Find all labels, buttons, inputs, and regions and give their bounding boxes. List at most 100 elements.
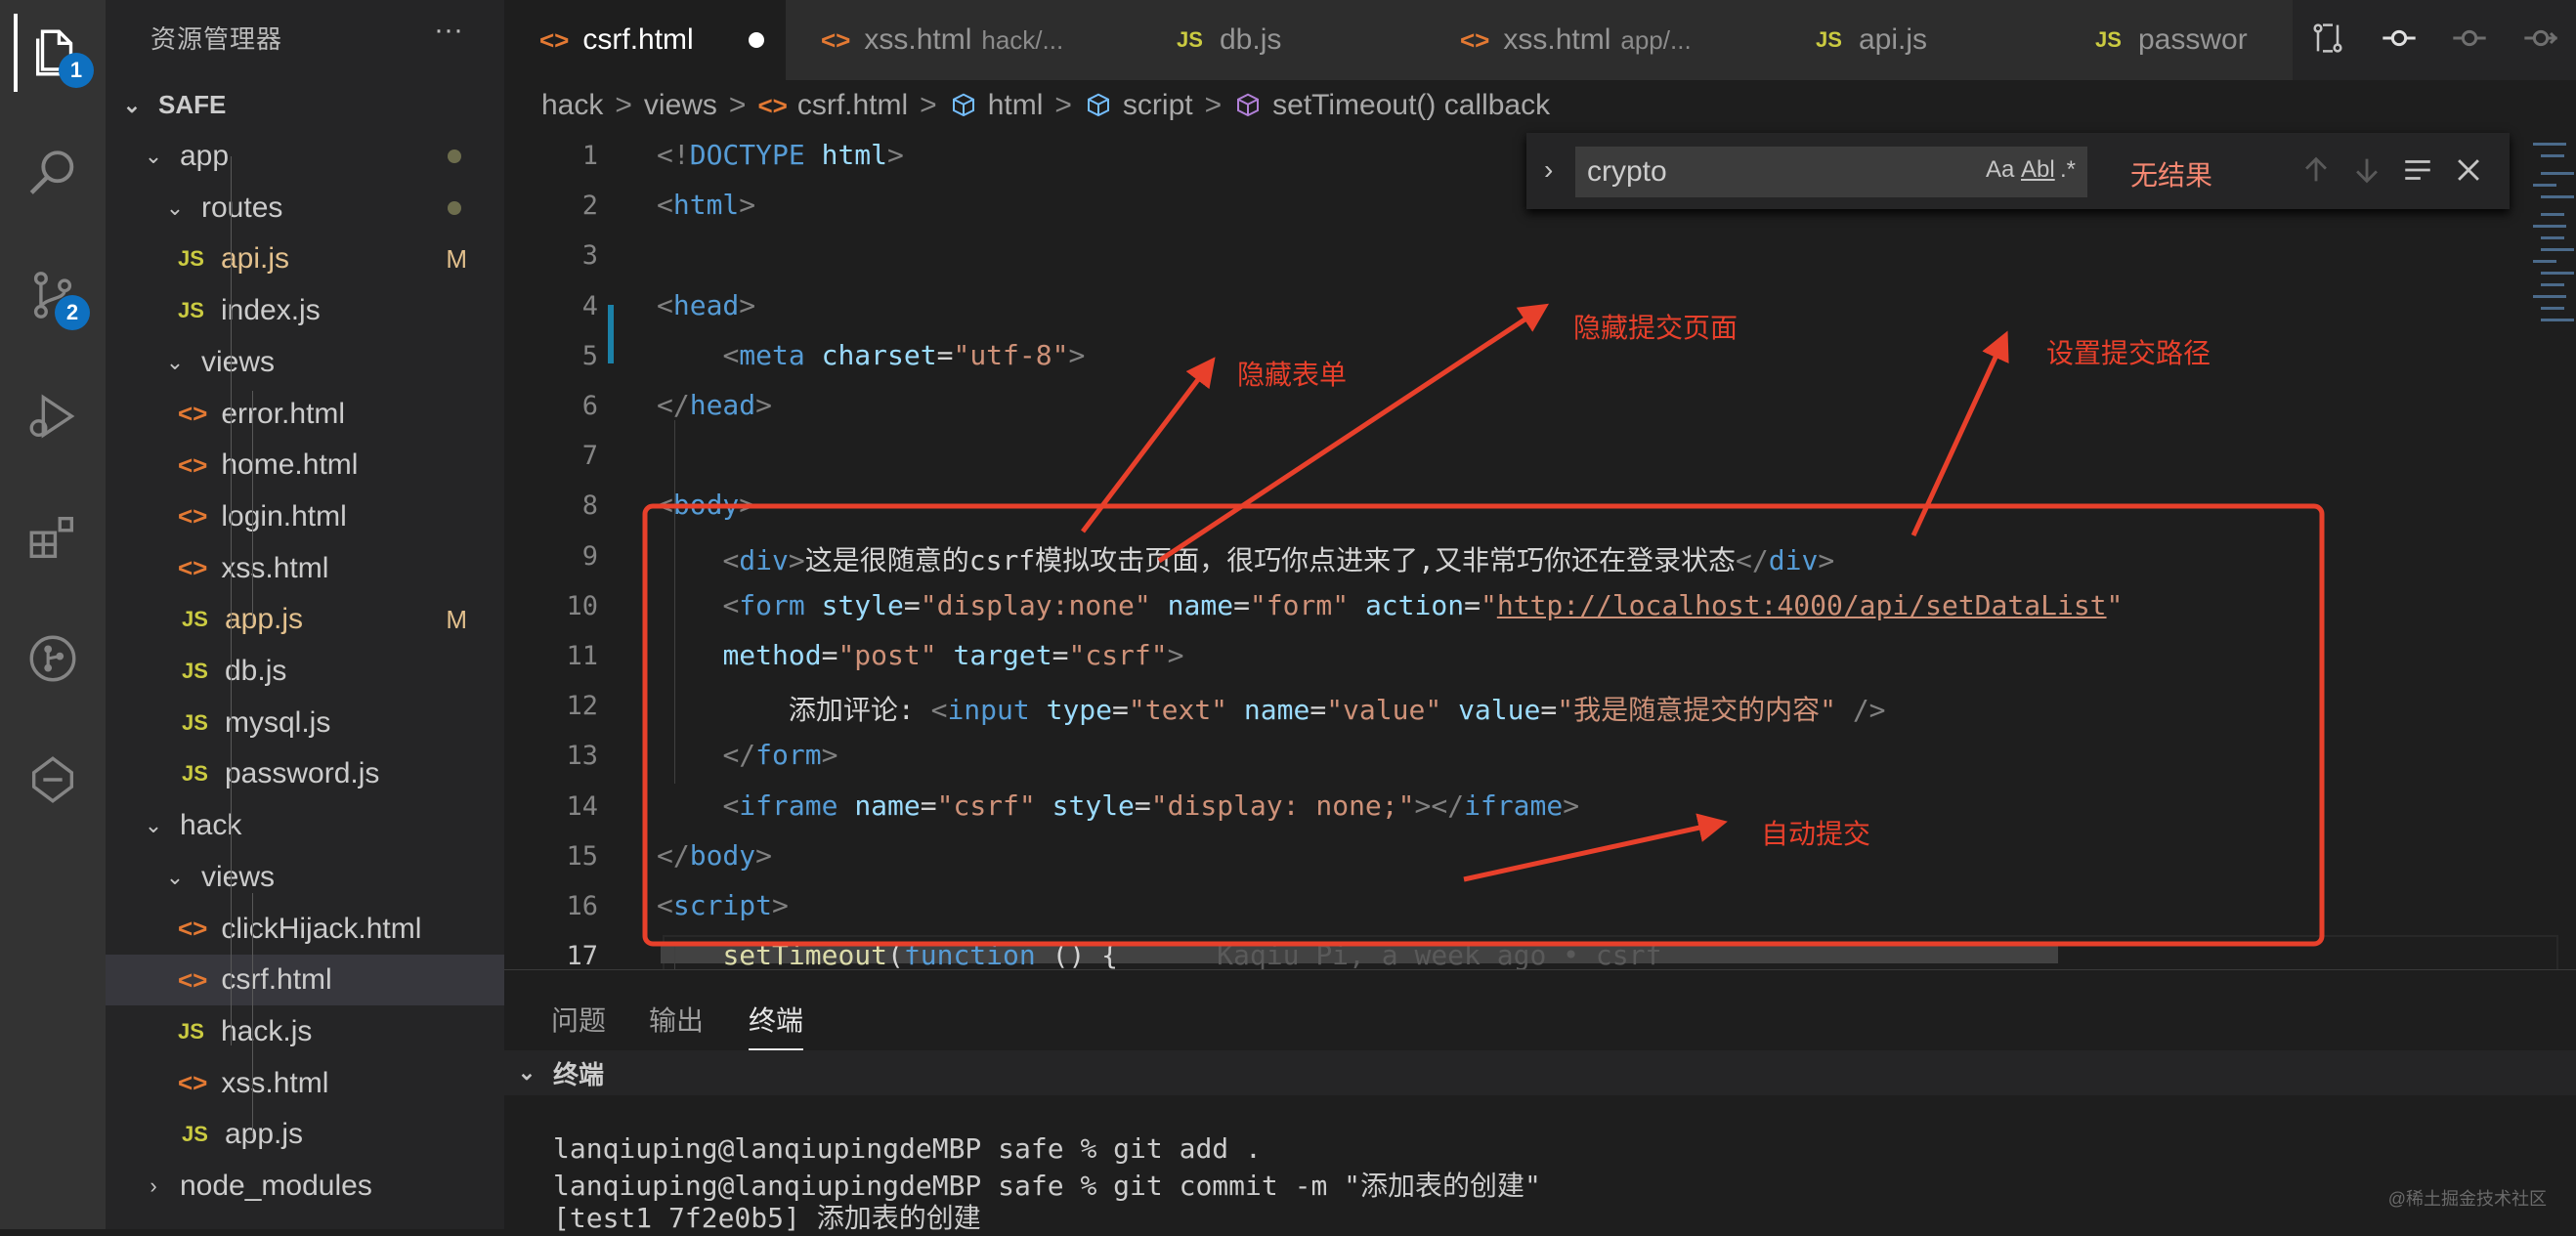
- tab-description: hack/...: [981, 24, 1064, 55]
- code-token: >: [755, 838, 773, 872]
- previous-change-icon[interactable]: [2450, 19, 2489, 63]
- minimap-line: [2541, 195, 2574, 198]
- editor-tab[interactable]: JS api.js: [1781, 0, 2061, 80]
- code-line[interactable]: <form style="display:none" name="form" a…: [657, 589, 2123, 621]
- code-line[interactable]: <iframe name="csrf" style="display: none…: [657, 789, 1579, 822]
- code-line[interactable]: <html>: [657, 189, 755, 221]
- tree-folder[interactable]: › node_modules: [106, 1161, 504, 1212]
- match-case-toggle[interactable]: Aa: [1986, 156, 2014, 184]
- match-whole-word-toggle[interactable]: Abl: [2021, 156, 2055, 184]
- tree-file[interactable]: JS password.js: [106, 748, 504, 799]
- workspace-root[interactable]: ⌄ SAFE: [119, 90, 227, 120]
- code-token: body: [672, 489, 740, 522]
- breadcrumb-item[interactable]: csrf.html: [797, 89, 908, 122]
- tab-problems[interactable]: 问题: [551, 1000, 606, 1039]
- tree-file[interactable]: <> xss.html: [106, 1058, 504, 1109]
- find-in-selection-icon[interactable]: [2400, 152, 2435, 188]
- code-line[interactable]: <div>这是很随意的csrf模拟攻击页面，很巧你点进来了,又非常巧你还在登录状…: [657, 539, 1834, 578]
- code-token: =: [1233, 588, 1250, 621]
- editor-tab[interactable]: <> csrf.html: [504, 0, 787, 80]
- extensions-icon[interactable]: [14, 498, 92, 576]
- code-token: =: [1464, 588, 1481, 621]
- code-line[interactable]: <body>: [657, 489, 755, 521]
- tree-file[interactable]: JS mysql.js: [106, 698, 504, 748]
- tree-folder[interactable]: ⌄ views: [106, 852, 504, 903]
- editor-tab[interactable]: <> xss.html app/...: [1425, 0, 1782, 80]
- code-token: <: [722, 543, 740, 576]
- tree-folder[interactable]: ⌄ views: [106, 337, 504, 388]
- code-token: >: [788, 543, 805, 576]
- terminal-header[interactable]: ⌄ 终端: [504, 1050, 2576, 1095]
- tree-file[interactable]: <> home.html: [106, 440, 504, 490]
- code-line[interactable]: <!DOCTYPE html>: [657, 139, 904, 171]
- gitlens-icon[interactable]: [14, 741, 92, 819]
- code-line[interactable]: </body>: [657, 839, 772, 872]
- use-regex-toggle[interactable]: .*: [2060, 156, 2076, 184]
- breadcrumb-item[interactable]: hack: [541, 89, 603, 122]
- explorer-sidebar: 资源管理器 ··· ⌄ SAFE ⌄ app ⌄ routes JS api.js M JS i…: [106, 0, 504, 1229]
- code-line[interactable]: <head>: [657, 289, 755, 321]
- breadcrumb-item[interactable]: html: [988, 89, 1044, 122]
- tree-file[interactable]: JS app.js: [106, 1109, 504, 1160]
- tree-file[interactable]: JS hack.js: [106, 1006, 504, 1057]
- next-change-icon[interactable]: [2521, 19, 2560, 63]
- git-graph-icon[interactable]: [14, 619, 92, 698]
- line-number: 2: [581, 191, 598, 222]
- search-icon[interactable]: [14, 135, 92, 213]
- tree-file[interactable]: <> error.html: [106, 389, 504, 440]
- tree-file[interactable]: <> clickHijack.html: [106, 904, 504, 955]
- close-icon[interactable]: [2451, 152, 2486, 188]
- tree-folder[interactable]: ⌄ app: [106, 131, 504, 182]
- files-icon[interactable]: 1: [14, 14, 96, 92]
- tab-terminal[interactable]: 终端: [749, 1000, 804, 1050]
- tree-file[interactable]: JS index.js: [106, 285, 504, 336]
- tree-item-label: mysql.js: [225, 705, 331, 739]
- tree-file[interactable]: <> login.html: [106, 491, 504, 542]
- breadcrumb-item[interactable]: script: [1123, 89, 1193, 122]
- minimap[interactable]: [2533, 131, 2576, 969]
- editor-tab[interactable]: JS db.js: [1141, 0, 1426, 80]
- code-line[interactable]: 添加评论: <input type="text" name="value" va…: [657, 689, 1886, 728]
- tab-label: xss.html: [864, 23, 972, 56]
- tree-folder[interactable]: ⌄ routes: [106, 183, 504, 234]
- tree-file[interactable]: JS app.js M: [106, 594, 504, 645]
- minimap-line: [2533, 295, 2566, 298]
- tree-file[interactable]: JS api.js M: [106, 234, 504, 284]
- code-line[interactable]: <meta charset="utf-8">: [657, 339, 1085, 371]
- code-line[interactable]: </form>: [657, 739, 837, 771]
- arrow-down-icon[interactable]: [2349, 152, 2384, 188]
- tree-folder[interactable]: ⌄ hack: [106, 800, 504, 851]
- compare-changes-icon[interactable]: [2308, 19, 2347, 63]
- tree-file[interactable]: <> xss.html: [106, 543, 504, 594]
- tree-file[interactable]: <> csrf.html: [106, 955, 504, 1006]
- run-debug-icon[interactable]: [14, 377, 92, 455]
- tree-file[interactable]: JS db.js: [106, 646, 504, 697]
- explorer-badge: 1: [59, 53, 94, 88]
- minimap-line: [2541, 307, 2564, 310]
- code-line[interactable]: <script>: [657, 889, 789, 921]
- find-widget: › Aa Abl .* 无结果: [1526, 133, 2510, 209]
- git-blame-annotation: Kaqiu Pi, a week ago • csrf: [1118, 939, 1662, 969]
- code-token: ": [2106, 588, 2124, 621]
- code-line[interactable]: setTimeout(function () { Kaqiu Pi, a wee…: [657, 939, 1661, 969]
- unsaved-dot-icon[interactable]: [748, 32, 764, 48]
- more-actions-icon[interactable]: ···: [434, 14, 463, 47]
- git-commit-icon[interactable]: [2380, 19, 2419, 63]
- html-file-icon: <>: [539, 24, 570, 55]
- code-token: input: [947, 694, 1030, 727]
- code-line[interactable]: method="post" target="csrf">: [657, 639, 1183, 671]
- breadcrumb-item[interactable]: views: [644, 89, 717, 122]
- code-token: head: [689, 389, 756, 421]
- arrow-up-icon[interactable]: [2298, 152, 2334, 188]
- tab-output[interactable]: 输出: [649, 1000, 704, 1039]
- code-editor[interactable]: 1 <!DOCTYPE html> 2 <html> 3 4 <head> 5 <meta c…: [504, 131, 2576, 969]
- code-token: =: [1112, 694, 1129, 727]
- code-line[interactable]: </head>: [657, 389, 772, 421]
- editor-tab[interactable]: <> xss.html hack/...: [786, 0, 1142, 80]
- source-control-icon[interactable]: 2: [14, 256, 92, 334]
- toggle-replace-icon[interactable]: ›: [1544, 154, 1553, 186]
- symbol-field-icon: [949, 91, 978, 120]
- breadcrumb-item[interactable]: setTimeout() callback: [1272, 89, 1550, 122]
